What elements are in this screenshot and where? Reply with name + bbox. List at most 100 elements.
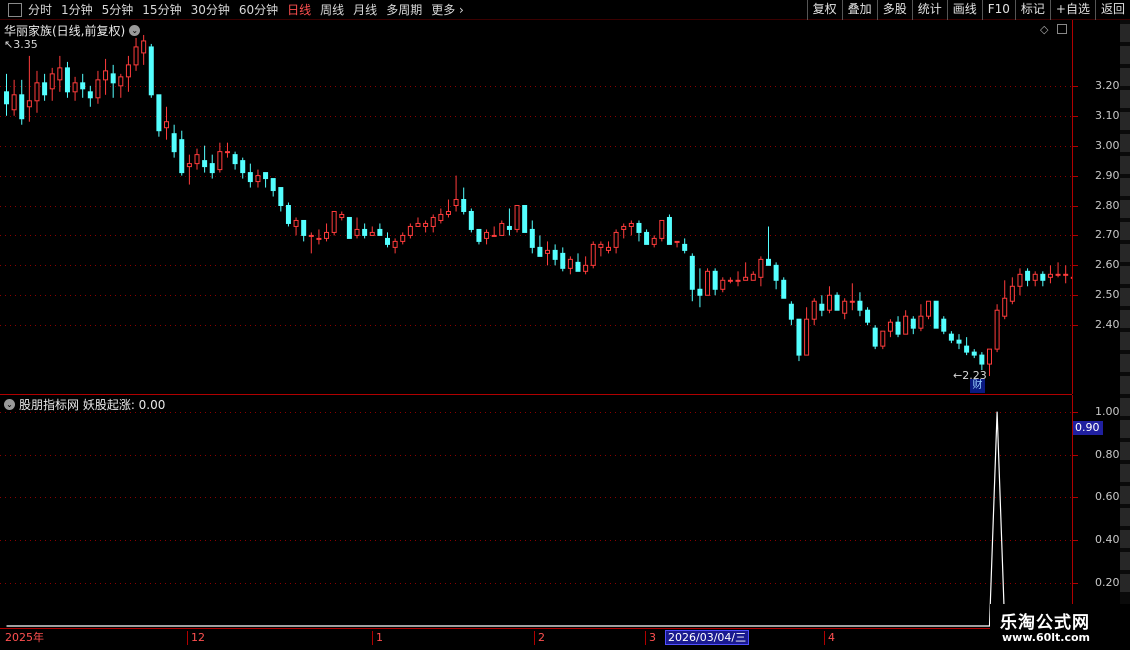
candle[interactable]: [598, 241, 604, 257]
panel-menu-chevron-icon[interactable]: ⌄: [129, 25, 141, 36]
period-tab-3[interactable]: 15分钟: [142, 0, 181, 20]
candle[interactable]: [445, 199, 451, 218]
candle[interactable]: [278, 187, 284, 212]
candle[interactable]: [910, 316, 916, 335]
period-tab-1[interactable]: 1分钟: [61, 0, 93, 20]
candle[interactable]: [613, 229, 619, 254]
toolbar-button-4[interactable]: 画线: [946, 0, 982, 20]
candle[interactable]: [796, 318, 802, 362]
candle[interactable]: [872, 325, 878, 350]
layout-square-icon[interactable]: [8, 3, 22, 17]
toolbar-button-2[interactable]: 多股: [876, 0, 912, 20]
period-tab-0[interactable]: 分时: [28, 0, 52, 20]
candle[interactable]: [415, 217, 421, 227]
candle[interactable]: [476, 228, 482, 245]
candle[interactable]: [743, 262, 749, 281]
candle[interactable]: [628, 220, 634, 236]
candle[interactable]: [392, 238, 398, 254]
candle[interactable]: [933, 300, 939, 329]
candle[interactable]: [621, 223, 627, 239]
candle[interactable]: [1040, 271, 1046, 287]
candle[interactable]: [308, 232, 314, 254]
period-tab-2[interactable]: 5分钟: [102, 0, 134, 20]
candle[interactable]: [171, 124, 177, 158]
candle[interactable]: [857, 292, 863, 317]
candle[interactable]: [301, 219, 307, 242]
candle[interactable]: [1055, 262, 1061, 278]
candle[interactable]: [49, 67, 55, 101]
candle[interactable]: [560, 247, 566, 272]
candle[interactable]: [948, 331, 954, 344]
candle[interactable]: [666, 214, 672, 245]
candle[interactable]: [255, 169, 261, 188]
candle[interactable]: [956, 334, 962, 350]
candle[interactable]: [674, 240, 680, 248]
candle[interactable]: [842, 298, 848, 320]
period-tab-6[interactable]: 日线: [287, 0, 311, 20]
candle[interactable]: [766, 226, 771, 266]
candle[interactable]: [865, 307, 871, 326]
toolbar-button-3[interactable]: 统计: [911, 0, 947, 20]
price-chart-panel[interactable]: 华丽家族(日线,前复权) ⌄ ↖3.35 ←2.23 财 ◇: [0, 20, 1072, 394]
candle[interactable]: [377, 223, 383, 236]
candle[interactable]: [407, 223, 413, 239]
candle[interactable]: [773, 262, 779, 290]
candle[interactable]: [164, 106, 170, 140]
indicator-chart[interactable]: [0, 395, 1072, 628]
candlestick-chart[interactable]: [0, 20, 1072, 394]
candle[interactable]: [484, 229, 490, 245]
candle[interactable]: [209, 154, 215, 179]
candle[interactable]: [697, 268, 703, 308]
indicator-menu-chevron-icon[interactable]: ⌄: [4, 399, 15, 410]
candle[interactable]: [148, 43, 154, 98]
candle[interactable]: [194, 148, 200, 170]
candle[interactable]: [895, 316, 901, 338]
candle[interactable]: [240, 157, 246, 179]
period-tab-7[interactable]: 周线: [320, 0, 344, 20]
candle[interactable]: [125, 55, 131, 92]
period-tab-10[interactable]: 更多 ›: [431, 0, 464, 20]
candle[interactable]: [438, 208, 444, 224]
candle[interactable]: [87, 85, 93, 107]
candle[interactable]: [118, 73, 124, 98]
candle[interactable]: [224, 142, 230, 158]
candle[interactable]: [331, 210, 337, 236]
candle[interactable]: [636, 220, 642, 242]
candle[interactable]: [369, 226, 375, 236]
candle[interactable]: [385, 232, 390, 248]
diamond-icon[interactable]: ◇: [1040, 23, 1048, 36]
candle[interactable]: [57, 55, 63, 92]
candle[interactable]: [567, 256, 573, 275]
candle[interactable]: [979, 352, 985, 371]
candle[interactable]: [499, 220, 505, 236]
finance-badge[interactable]: 财: [970, 379, 985, 393]
candle[interactable]: [11, 79, 17, 116]
candle[interactable]: [826, 286, 832, 314]
candle[interactable]: [705, 268, 711, 296]
candle[interactable]: [461, 187, 467, 215]
candle[interactable]: [1032, 271, 1038, 287]
candle[interactable]: [651, 235, 657, 248]
toolbar-button-6[interactable]: 标记: [1014, 0, 1050, 20]
toolbar-button-5[interactable]: F10: [981, 0, 1015, 20]
candle[interactable]: [712, 268, 718, 296]
candle[interactable]: [529, 220, 535, 254]
candle[interactable]: [1017, 268, 1023, 296]
toolbar-button-0[interactable]: 复权: [806, 0, 842, 20]
candle[interactable]: [880, 330, 886, 350]
candle[interactable]: [430, 214, 436, 233]
candle[interactable]: [26, 55, 32, 122]
candle[interactable]: [583, 256, 589, 275]
candle[interactable]: [537, 235, 543, 257]
candle[interactable]: [605, 241, 611, 254]
candle[interactable]: [468, 208, 474, 233]
period-tab-9[interactable]: 多周期: [386, 0, 422, 20]
candle[interactable]: [788, 301, 794, 326]
candle[interactable]: [263, 172, 269, 188]
candle[interactable]: [400, 232, 406, 245]
candle[interactable]: [362, 223, 368, 239]
candle[interactable]: [80, 73, 86, 98]
candle[interactable]: [110, 64, 116, 98]
candle[interactable]: [95, 70, 101, 104]
candle[interactable]: [423, 220, 429, 233]
